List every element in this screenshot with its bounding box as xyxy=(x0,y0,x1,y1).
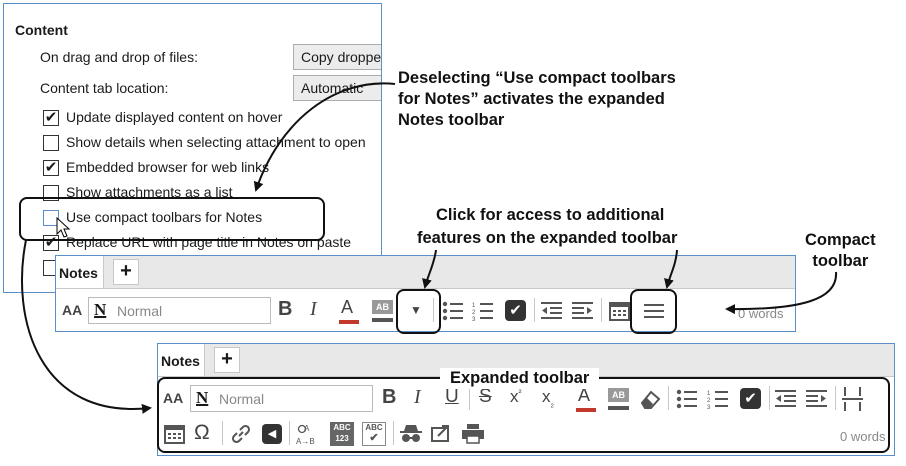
annotation-arrows xyxy=(20,82,838,414)
